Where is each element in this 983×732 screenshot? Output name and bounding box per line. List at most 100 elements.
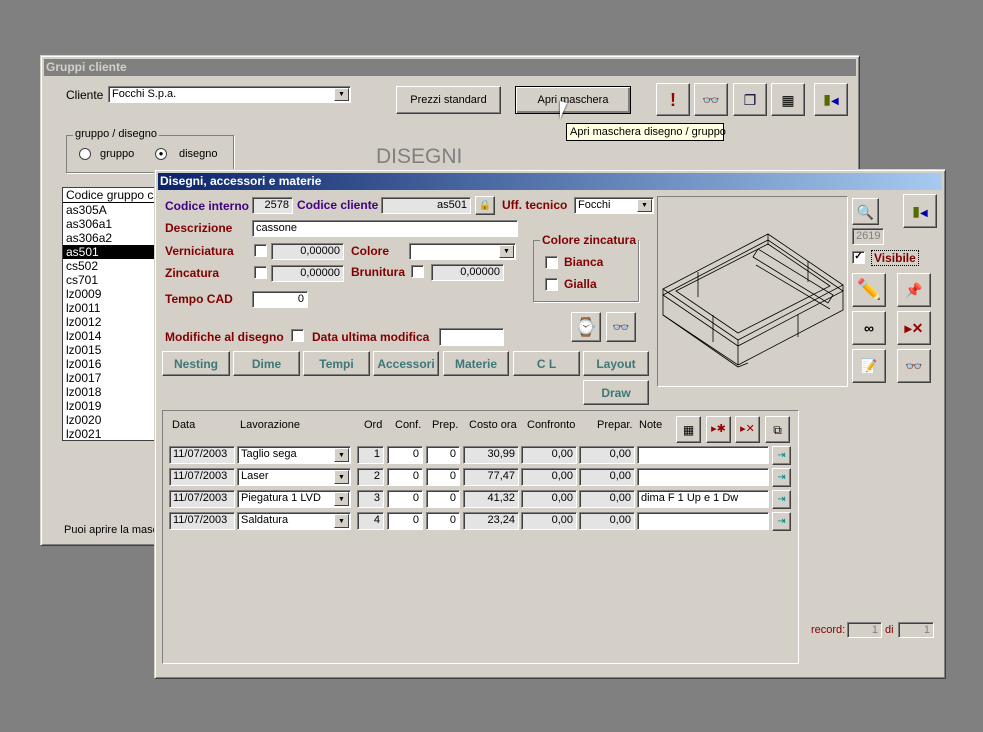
conf-cell[interactable]: 0 [387,446,423,464]
new-row-button[interactable]: ▦ [676,416,701,443]
list-item[interactable]: lz0016 [63,357,161,371]
lav-cell[interactable]: Taglio sega ▼ [237,446,351,464]
codice-cliente-field[interactable]: as501 [381,197,471,214]
list-item[interactable]: as306a2 [63,231,161,245]
row-detail-button[interactable]: ⇥ [772,446,791,465]
tab-cl[interactable]: C L [513,351,580,376]
conf-cell[interactable]: 0 [387,490,423,508]
codice-gruppo-list[interactable]: Codice gruppo clie as305A as306a1 as306a2 a… [62,187,162,441]
zincatura-checkbox[interactable] [254,266,267,279]
bianca-checkbox[interactable] [545,256,558,269]
list-item[interactable]: lz0021 [63,427,161,440]
conf-cell[interactable]: 0 [387,468,423,486]
status-text: Puoi aprire la masch [64,524,165,536]
chevron-down-icon[interactable]: ▼ [334,492,349,506]
prezzi-standard-button[interactable]: Prezzi standard [396,86,501,114]
prep-cell[interactable]: 0 [426,512,460,530]
grid-button[interactable]: ▦ [771,83,805,116]
brunitura-field[interactable]: 0,00000 [431,264,504,281]
prep-cell[interactable]: 0 [426,468,460,486]
list-item[interactable]: lz0012 [63,315,161,329]
prep-cell[interactable]: 0 [426,446,460,464]
tab-nesting[interactable]: Nesting [162,351,230,376]
preview-button[interactable]: 👓 [694,83,728,116]
verniciatura-field[interactable]: 0,00000 [271,243,344,260]
search-button[interactable]: 🔍 [852,198,879,225]
window-title: Disegni, accessori e materie [160,174,322,188]
chevron-down-icon[interactable]: ▼ [637,199,652,212]
list-item[interactable]: as306a1 [63,217,161,231]
edit-pencil-button[interactable]: ✏️ [852,273,886,307]
chevron-down-icon[interactable]: ▼ [334,514,349,528]
tab-dime[interactable]: Dime [233,351,300,376]
column-header: Prepar. [597,419,633,431]
apri-maschera-button[interactable]: Apri maschera [515,86,631,114]
zincatura-field[interactable]: 0,00000 [271,265,344,282]
note-cell[interactable] [637,512,769,530]
note-cell[interactable]: dima F 1 Up e 1 Dw [637,490,769,508]
modifiche-checkbox[interactable] [291,329,304,342]
exit-button[interactable]: ▮◀ [903,194,937,228]
hierarchy-button[interactable]: ⧉ [765,416,790,443]
draw-button[interactable]: Draw [583,380,649,405]
list-item[interactable]: lz0019 [63,399,161,413]
chevron-down-icon[interactable]: ▼ [334,470,349,484]
list-item[interactable]: cs502 [63,259,161,273]
tab-accessori[interactable]: Accessori [373,351,439,376]
chevron-down-icon[interactable]: ▼ [334,88,349,101]
note-cell[interactable] [637,446,769,464]
list-item[interactable]: lz0020 [63,413,161,427]
prep-cell[interactable]: 0 [426,490,460,508]
list-item[interactable]: lz0014 [63,329,161,343]
costo-cell: 23,24 [463,512,519,530]
list-item[interactable]: lz0011 [63,301,161,315]
lav-cell[interactable]: Piegatura 1 LVD ▼ [237,490,351,508]
tab-tempi[interactable]: Tempi [303,351,370,376]
list-item[interactable]: as305A [63,203,161,217]
tab-layout[interactable]: Layout [583,351,649,376]
tempo-cad-field[interactable]: 0 [252,291,308,308]
find-button[interactable]: ∞ [852,311,886,345]
note-cell[interactable] [637,468,769,486]
preview-button[interactable]: 👓 [606,312,636,342]
list-item[interactable]: as501 [63,245,161,259]
row-detail-button[interactable]: ⇥ [772,512,791,531]
tab-materie[interactable]: Materie [443,351,509,376]
lock-button[interactable]: 🔒 [475,196,495,215]
list-item[interactable]: lz0017 [63,371,161,385]
descrizione-field[interactable]: cassone [252,220,518,237]
list-item[interactable]: lz0009 [63,287,161,301]
tempi-clock-button[interactable]: ⌚ [571,312,601,342]
cliente-combo[interactable]: Focchi S.p.a. ▼ [108,86,351,103]
lav-cell[interactable]: Saldatura ▼ [237,512,351,530]
row-detail-button[interactable]: ⇥ [772,468,791,487]
preview-button[interactable]: 👓 [897,349,931,383]
visibile-checkbox[interactable]: ✓ [852,251,865,264]
brunitura-checkbox[interactable] [411,265,424,278]
radio-disegno[interactable]: ● [155,148,167,160]
chevron-down-icon[interactable]: ▼ [334,448,349,462]
notebook-button[interactable]: 📝 [852,349,886,383]
cell-value: 41,32 [487,492,515,504]
new-record-button[interactable]: ▸✱ [706,416,731,443]
windows-button[interactable]: ❐ [733,83,767,116]
list-item[interactable]: lz0015 [63,343,161,357]
list-item[interactable]: lz0018 [63,385,161,399]
list-item[interactable]: cs701 [63,273,161,287]
chevron-down-icon[interactable]: ▼ [499,245,514,258]
alert-button[interactable]: ! [656,83,690,116]
colore-combo[interactable]: ▼ [409,243,516,260]
conf-cell[interactable]: 0 [387,512,423,530]
uff-tecnico-combo[interactable]: Focchi ▼ [574,197,654,214]
exit-button[interactable]: ▮◀ [814,83,848,116]
radio-gruppo[interactable] [79,148,91,160]
verniciatura-checkbox[interactable] [254,244,267,257]
delete-record-button[interactable]: ▸✕ [897,311,931,345]
lav-cell[interactable]: Laser ▼ [237,468,351,486]
cell-value: 3 [373,492,380,504]
delete-row-button[interactable]: ▸✕ [735,416,760,443]
data-modifica-field[interactable] [439,328,504,346]
stamp-button[interactable]: 📌 [897,273,931,307]
row-detail-button[interactable]: ⇥ [772,490,791,509]
gialla-checkbox[interactable] [545,278,558,291]
